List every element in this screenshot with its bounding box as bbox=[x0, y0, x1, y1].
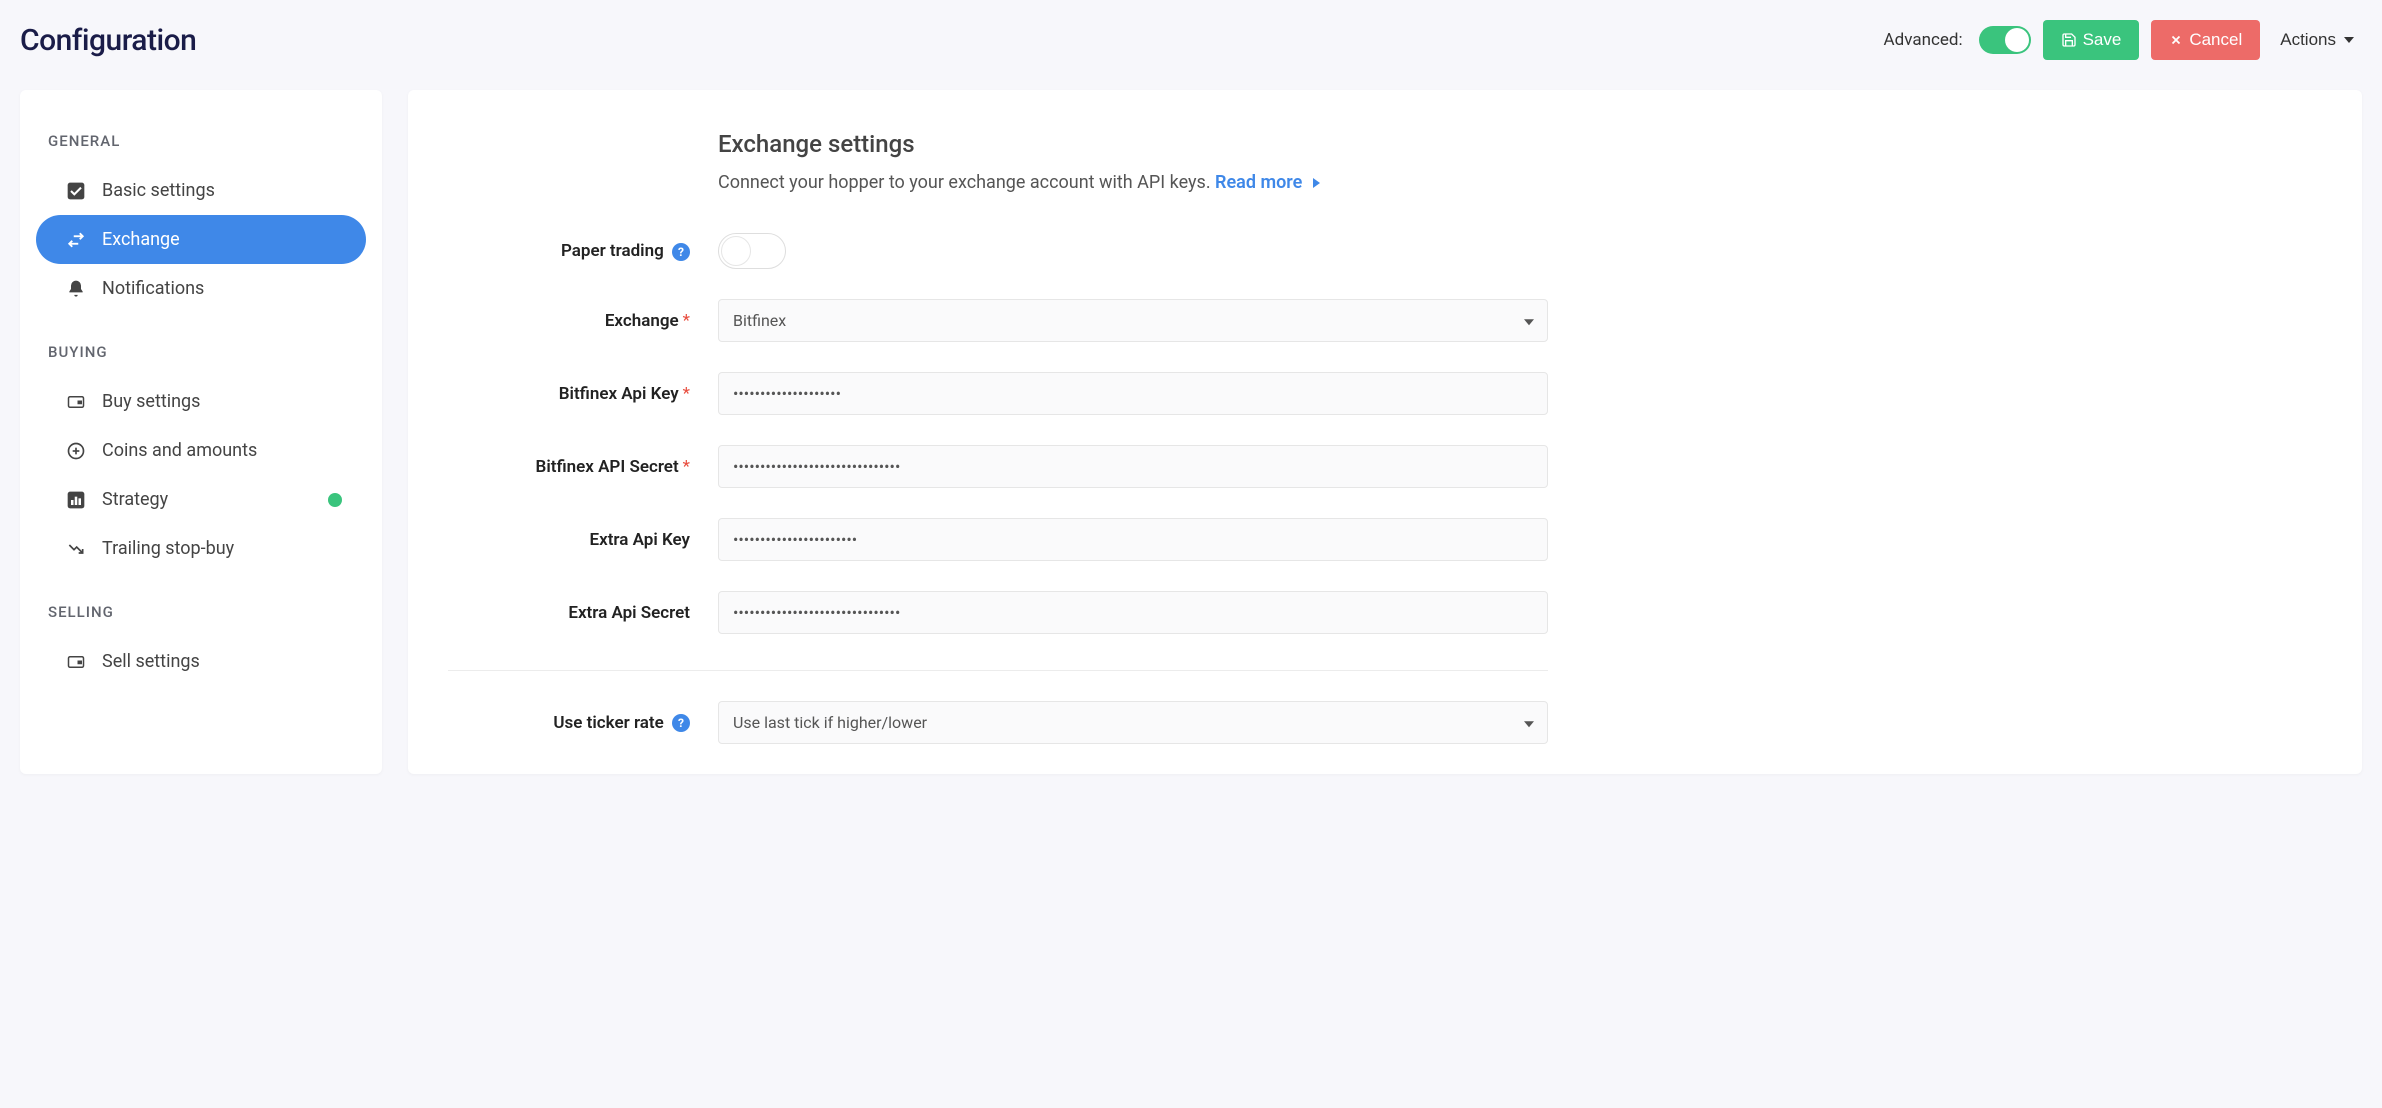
sidebar-item-label: Buy settings bbox=[102, 391, 200, 412]
label-text: Extra Api Key bbox=[590, 530, 690, 550]
paper-trading-toggle[interactable] bbox=[718, 233, 786, 269]
help-icon[interactable]: ? bbox=[672, 243, 690, 261]
sidebar-item-coins-amounts[interactable]: Coins and amounts bbox=[36, 426, 366, 475]
help-icon[interactable]: ? bbox=[672, 714, 690, 732]
api-secret-input[interactable] bbox=[718, 445, 1548, 488]
api-secret-label: Bitfinex API Secret* bbox=[448, 457, 718, 477]
cancel-label: Cancel bbox=[2189, 30, 2242, 50]
sidebar-item-exchange[interactable]: Exchange bbox=[36, 215, 366, 264]
sidebar-header-selling: SELLING bbox=[20, 591, 382, 637]
divider bbox=[448, 670, 1548, 671]
read-more-label: Read more bbox=[1215, 172, 1302, 193]
section-title: Exchange settings bbox=[718, 130, 1548, 158]
bar-chart-icon bbox=[66, 490, 86, 510]
label-text: Use ticker rate bbox=[553, 713, 663, 733]
chevron-down-icon bbox=[2344, 37, 2354, 43]
sidebar-item-trailing-stop-buy[interactable]: Trailing stop-buy bbox=[36, 524, 366, 573]
required-mark: * bbox=[683, 384, 690, 404]
sidebar-item-label: Exchange bbox=[102, 229, 180, 250]
sidebar-item-label: Strategy bbox=[102, 489, 168, 510]
section-description: Connect your hopper to your exchange acc… bbox=[718, 172, 1548, 193]
sidebar-item-basic-settings[interactable]: Basic settings bbox=[36, 166, 366, 215]
sidebar-item-label: Basic settings bbox=[102, 180, 215, 201]
wallet-out-icon bbox=[66, 652, 86, 672]
ticker-rate-label: Use ticker rate ? bbox=[448, 713, 718, 733]
actions-label: Actions bbox=[2280, 30, 2336, 50]
bell-icon bbox=[66, 279, 86, 299]
required-mark: * bbox=[683, 457, 690, 477]
extra-api-key-input[interactable] bbox=[718, 518, 1548, 561]
extra-api-secret-label: Extra Api Secret bbox=[448, 603, 718, 623]
advanced-toggle[interactable] bbox=[1979, 26, 2031, 54]
sidebar-header-buying: BUYING bbox=[20, 331, 382, 377]
label-text: Extra Api Secret bbox=[568, 603, 690, 623]
required-mark: * bbox=[683, 311, 690, 331]
extra-api-key-label: Extra Api Key bbox=[448, 530, 718, 550]
sidebar-item-buy-settings[interactable]: Buy settings bbox=[36, 377, 366, 426]
page-title: Configuration bbox=[20, 23, 196, 58]
trending-down-icon bbox=[66, 539, 86, 559]
label-text: Bitfinex Api Key bbox=[559, 384, 679, 404]
section-description-text: Connect your hopper to your exchange acc… bbox=[718, 172, 1211, 193]
save-button[interactable]: Save bbox=[2043, 20, 2140, 60]
sidebar: GENERAL Basic settings Exchange Notifica… bbox=[20, 90, 382, 774]
actions-dropdown[interactable]: Actions bbox=[2272, 20, 2362, 60]
read-more-link[interactable]: Read more bbox=[1215, 172, 1320, 193]
status-dot bbox=[328, 493, 342, 507]
sidebar-item-label: Trailing stop-buy bbox=[102, 538, 234, 559]
sidebar-item-label: Coins and amounts bbox=[102, 440, 257, 461]
swap-horizontal-icon bbox=[66, 230, 86, 250]
header-actions: Advanced: Save Cancel Actions bbox=[1884, 20, 2362, 60]
sidebar-item-strategy[interactable]: Strategy bbox=[36, 475, 366, 524]
main-content: Exchange settings Connect your hopper to… bbox=[408, 90, 2362, 774]
label-text: Bitfinex API Secret bbox=[536, 457, 679, 477]
plus-circle-icon bbox=[66, 441, 86, 461]
sidebar-header-general: GENERAL bbox=[20, 120, 382, 166]
ticker-rate-select[interactable]: Use last tick if higher/lower bbox=[718, 701, 1548, 744]
label-text: Paper trading bbox=[561, 241, 664, 261]
cancel-button[interactable]: Cancel bbox=[2151, 20, 2260, 60]
advanced-label: Advanced: bbox=[1884, 30, 1963, 50]
checkbox-checked-icon bbox=[66, 181, 86, 201]
api-key-label: Bitfinex Api Key* bbox=[448, 384, 718, 404]
sidebar-item-notifications[interactable]: Notifications bbox=[36, 264, 366, 313]
toggle-knob bbox=[721, 236, 751, 266]
sidebar-item-label: Notifications bbox=[102, 278, 204, 299]
label-text: Exchange bbox=[605, 311, 679, 331]
exchange-label: Exchange* bbox=[448, 311, 718, 331]
exchange-select[interactable]: Bitfinex bbox=[718, 299, 1548, 342]
api-key-input[interactable] bbox=[718, 372, 1548, 415]
save-icon bbox=[2061, 32, 2077, 48]
save-label: Save bbox=[2083, 30, 2122, 50]
chevron-right-icon bbox=[1313, 178, 1320, 188]
sidebar-item-label: Sell settings bbox=[102, 651, 200, 672]
sidebar-item-sell-settings[interactable]: Sell settings bbox=[36, 637, 366, 686]
close-icon bbox=[2169, 33, 2183, 47]
extra-api-secret-input[interactable] bbox=[718, 591, 1548, 634]
paper-trading-label: Paper trading ? bbox=[448, 241, 718, 261]
toggle-knob bbox=[2005, 28, 2029, 52]
wallet-in-icon bbox=[66, 392, 86, 412]
